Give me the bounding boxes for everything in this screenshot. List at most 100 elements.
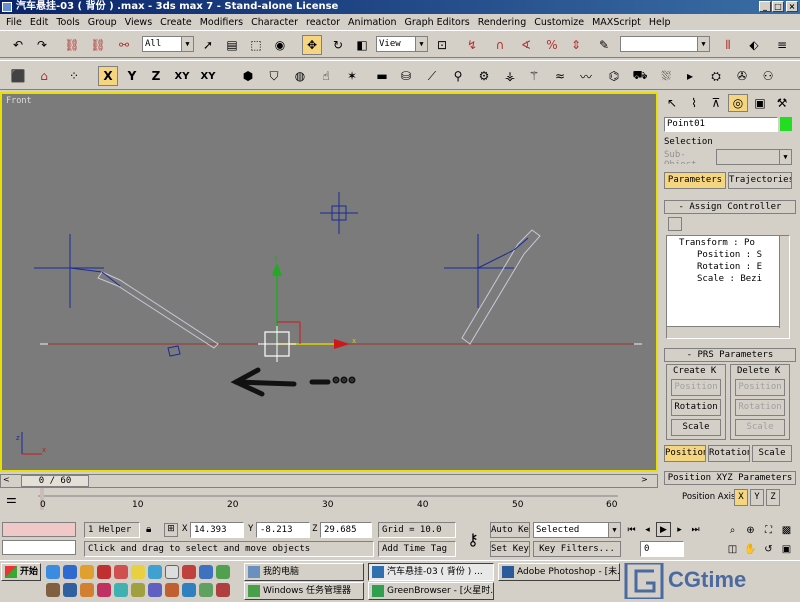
trajectories-tab[interactable]: Trajectories — [728, 172, 792, 189]
zoom-icon[interactable]: ⌕ — [724, 522, 741, 539]
named-selection-dropdown[interactable]: ▼ — [620, 36, 710, 52]
absolute-mode-icon[interactable]: ⊞ — [164, 523, 178, 537]
percent-snap-icon[interactable]: % — [542, 35, 562, 55]
app-icon-18[interactable] — [165, 583, 179, 597]
go-to-end-icon[interactable]: ⏭ — [688, 522, 703, 537]
axis-z-button[interactable]: Z — [146, 66, 166, 86]
cube-icon[interactable]: ⬢ — [238, 66, 258, 86]
object-name-field[interactable]: Point01 — [664, 117, 778, 132]
shirt-icon[interactable]: ⛉ — [264, 66, 284, 86]
auto-key-button[interactable]: Auto Key — [490, 522, 530, 538]
task-task-manager[interactable]: Windows 任务管理器 — [244, 582, 364, 600]
maxscript-input[interactable] — [2, 540, 76, 555]
folder-icon[interactable] — [80, 565, 94, 579]
menu-views[interactable]: Views — [121, 17, 157, 28]
lock-selection-icon[interactable]: 🔒︎ — [146, 524, 151, 535]
app-icon-19[interactable] — [182, 583, 196, 597]
app-icon-14[interactable] — [97, 583, 111, 597]
create-scale-key-button[interactable]: Scale — [671, 419, 721, 436]
hierarchy-tab-icon[interactable]: ⊼ — [706, 94, 726, 112]
parameters-tab[interactable]: Parameters — [664, 172, 726, 189]
menu-character[interactable]: Character — [247, 17, 302, 28]
toy-car-icon[interactable]: ⛟ — [630, 66, 650, 86]
select-by-name-icon[interactable]: ▤ — [222, 35, 242, 55]
zoom-region-icon[interactable]: ◫ — [724, 541, 741, 558]
task-3dsmax[interactable]: 汽车悬挂-03 ( 背份 ) ... — [368, 563, 494, 581]
cloth-icon[interactable]: ⛭ — [706, 66, 726, 86]
key-filter-dropdown[interactable]: Selected ▼ — [533, 522, 621, 538]
select-and-link-icon[interactable]: ⛓ — [62, 35, 82, 55]
motion-tab-icon[interactable]: ◎ — [728, 94, 748, 112]
slider-next-icon[interactable]: > — [641, 475, 655, 487]
mirror-icon[interactable]: ⫴ — [718, 35, 738, 55]
gear-icon[interactable]: ⚙ — [474, 66, 494, 86]
undo-icon[interactable]: ↶ — [8, 35, 28, 55]
app-icon-16[interactable] — [131, 583, 145, 597]
point-helper-right[interactable] — [444, 234, 515, 308]
app-icon-9[interactable] — [199, 565, 213, 579]
clock-icon[interactable] — [165, 565, 179, 579]
sphere-icon[interactable]: ◍ — [290, 66, 310, 86]
set-key-button[interactable]: Set Key — [490, 541, 530, 557]
tree-position[interactable]: Position : S — [697, 250, 762, 260]
app-icon-17[interactable] — [148, 583, 162, 597]
task-photoshop[interactable]: Adobe Photoshop - [未... — [498, 563, 620, 581]
create-position-key-button[interactable]: Position — [671, 379, 721, 396]
house-icon[interactable]: ⌂ — [34, 66, 54, 86]
menu-rendering[interactable]: Rendering — [474, 17, 531, 28]
maximize-button[interactable]: □ — [772, 1, 784, 12]
track-bar[interactable]: ⚌ 0 10 20 30 40 50 60 — [0, 488, 658, 512]
menu-reactor[interactable]: reactor — [302, 17, 344, 28]
point-helper-left[interactable] — [34, 234, 104, 308]
shock-strut-left[interactable] — [97, 271, 219, 349]
bind-space-warp-icon[interactable]: ⚯ — [114, 35, 134, 55]
align-icon[interactable]: ⬖ — [744, 35, 764, 55]
utilities-tab-icon[interactable]: ⚒ — [772, 94, 792, 112]
slider-prev-icon[interactable]: < — [3, 475, 21, 487]
menu-file[interactable]: File — [2, 17, 26, 28]
start-button[interactable]: 开始 — [1, 563, 41, 581]
browser-icon[interactable] — [63, 565, 77, 579]
x-coordinate-field[interactable]: 14.393 — [190, 522, 244, 538]
time-slider-thumb[interactable]: 0 / 60 — [21, 475, 89, 487]
redo-icon[interactable]: ↷ — [32, 35, 52, 55]
position-axis-y[interactable]: Y — [750, 489, 764, 506]
selection-filter-dropdown[interactable]: All ▼ — [142, 36, 194, 52]
small-box-object[interactable] — [167, 345, 181, 357]
tree-vertical-scrollbar[interactable] — [779, 236, 789, 328]
move-gizmo[interactable]: y x — [258, 254, 356, 362]
pan-icon[interactable]: ✋ — [742, 541, 759, 558]
plane-icon[interactable]: ▬ — [372, 66, 392, 86]
spring-icon[interactable]: ⚚ — [524, 66, 544, 86]
select-manipulate-icon[interactable]: ↯ — [462, 35, 482, 55]
spinner-snap-icon[interactable]: ⇕ — [566, 35, 586, 55]
select-object-icon[interactable]: ➚ — [198, 35, 218, 55]
box-icon[interactable]: ⬛ — [8, 66, 28, 86]
particles-icon[interactable]: ⁘ — [64, 66, 84, 86]
task-greenbrowser[interactable]: GreenBrowser - [火星时... — [368, 582, 494, 600]
rotation-mode-button[interactable]: Rotation — [708, 445, 750, 462]
close-button[interactable]: × — [786, 1, 798, 12]
key-mode-icon[interactable]: ⚷ — [458, 530, 488, 552]
star-icon[interactable]: ✶ — [342, 66, 362, 86]
hand-icon[interactable]: ☝ — [316, 66, 336, 86]
app-icon-15[interactable] — [114, 583, 128, 597]
point-helper-top[interactable] — [320, 192, 358, 234]
create-tab-icon[interactable]: ↖ — [662, 94, 682, 112]
media-icon[interactable] — [97, 565, 111, 579]
rect-selection-icon[interactable]: ⬚ — [246, 35, 266, 55]
display-tab-icon[interactable]: ▣ — [750, 94, 770, 112]
preview-icon[interactable]: ▸ — [680, 66, 700, 86]
title-bar[interactable]: 汽车悬挂-03 ( 背份 ) .max - 3ds max 7 - Stand-… — [0, 0, 800, 14]
warning-icon[interactable] — [131, 565, 145, 579]
wind-icon[interactable]: ⚶ — [500, 66, 520, 86]
next-frame-icon[interactable]: ▸ — [672, 522, 687, 537]
ie-icon[interactable] — [46, 565, 60, 579]
maxscript-listener-mini[interactable] — [2, 522, 76, 537]
delete-rotation-key-button[interactable]: Rotation — [735, 399, 785, 416]
arc-rotate-icon[interactable]: ↺ — [760, 541, 777, 558]
menu-tools[interactable]: Tools — [52, 17, 83, 28]
app-icon-21[interactable] — [216, 583, 230, 597]
go-to-start-icon[interactable]: ⏮ — [624, 522, 639, 537]
menu-graph-editors[interactable]: Graph Editors — [400, 17, 473, 28]
